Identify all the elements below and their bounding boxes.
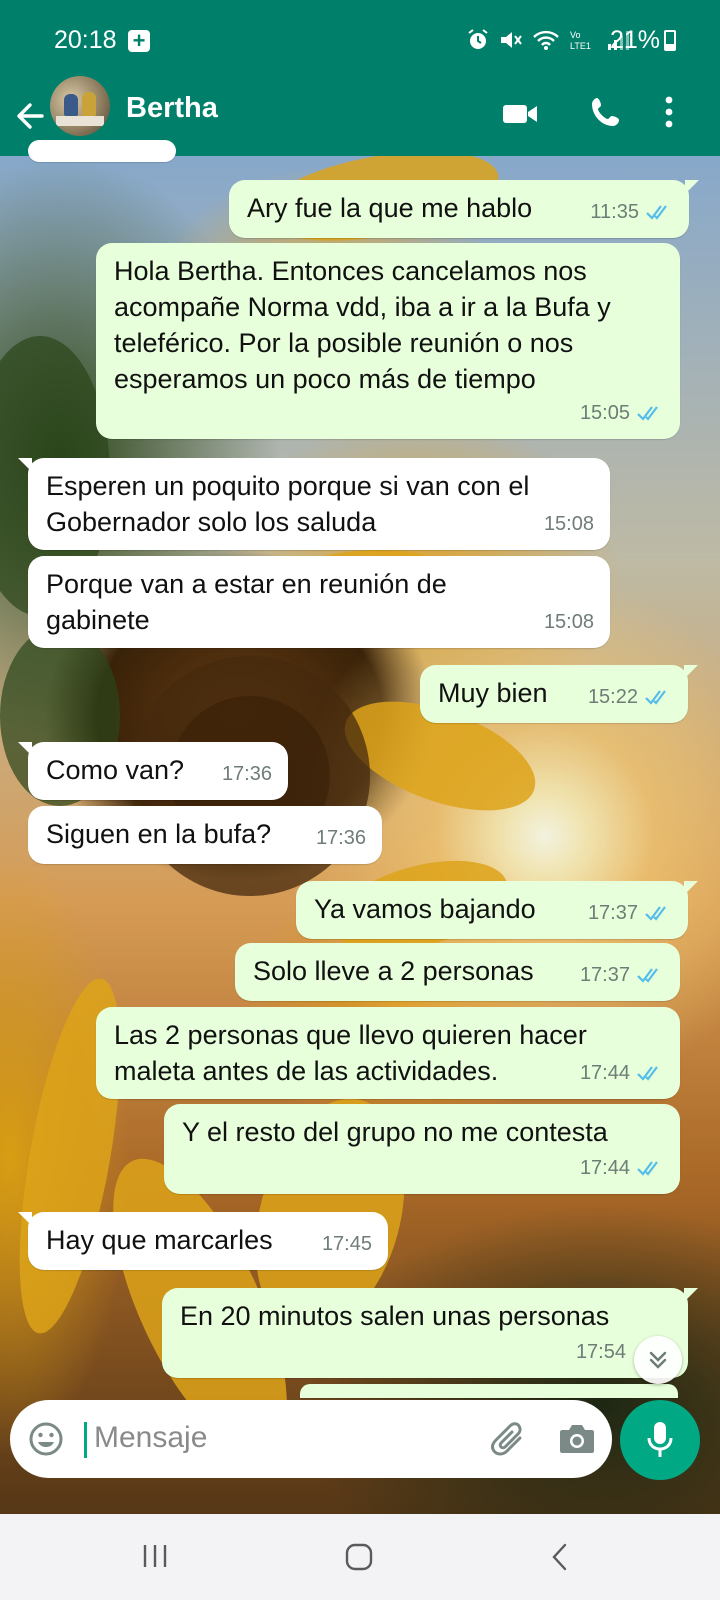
video-call-icon[interactable] [502, 100, 538, 128]
message-text: Hola Bertha. Entonces cancelamos nos aco… [114, 256, 611, 394]
message-text: Como van? [46, 755, 185, 785]
message-meta: 11:35 [590, 194, 673, 230]
volte-icon: Vo LTE1 [570, 30, 591, 51]
status-icons: Vo LTE1 [466, 28, 632, 52]
read-ticks-icon [645, 906, 666, 921]
system-nav-bar [0, 1514, 720, 1600]
message-text: Muy bien [438, 678, 548, 708]
read-ticks-icon [637, 1066, 658, 1081]
message-time: 17:54 [575, 1341, 626, 1363]
message-bubble[interactable]: Y el resto del grupo no me contesta 17:4… [164, 1104, 680, 1194]
message-text: Hay que marcarles [46, 1225, 273, 1255]
message-bubble[interactable]: Muy bien 15:22 [420, 665, 698, 723]
attach-icon[interactable] [490, 1420, 530, 1460]
message-time: 17:44 [579, 1157, 630, 1179]
message-time: 17:37 [579, 964, 630, 986]
message-text: En 20 minutos salen unas personas [180, 1301, 610, 1331]
message-time: 17:37 [587, 902, 638, 924]
message-time: 15:08 [543, 513, 594, 535]
status-time: 20:18 [54, 26, 117, 54]
text-caret [84, 1422, 87, 1458]
message-meta: 17:36 [222, 756, 272, 792]
emoji-icon[interactable] [28, 1421, 64, 1457]
message-bubble[interactable]: Las 2 personas que llevo quieren hacer m… [96, 1007, 680, 1099]
back-arrow-icon[interactable] [12, 92, 52, 140]
message-meta: 15:08 [544, 604, 594, 640]
message-bubble-partial [300, 1384, 678, 1398]
read-ticks-icon [645, 690, 666, 705]
message-bubble-partial [28, 140, 176, 162]
message-bubble[interactable]: Ary fue la que me hablo 11:35 [229, 180, 699, 238]
message-meta: 17:36 [316, 820, 366, 856]
battery-icon [664, 30, 676, 51]
message-meta: 17:45 [322, 1226, 372, 1262]
nav-back-icon[interactable] [550, 1542, 570, 1572]
battery-percent: 21% [610, 26, 661, 54]
message-meta: 17:37 [580, 957, 664, 993]
message-bubble[interactable]: Como van? 17:36 [18, 742, 288, 800]
camera-icon[interactable] [558, 1422, 596, 1456]
message-bubble[interactable]: En 20 minutos salen unas personas 17:54 [162, 1288, 698, 1378]
message-meta: 17:44 [580, 1150, 664, 1186]
svg-text:LTE1: LTE1 [570, 41, 591, 51]
message-text: Esperen un poquito porque si van con el … [46, 471, 530, 537]
message-meta: 15:08 [544, 506, 594, 542]
alarm-icon [468, 29, 488, 49]
phone-icon[interactable] [590, 96, 622, 130]
wifi-icon [533, 30, 559, 50]
message-composer: Mensaje [10, 1400, 612, 1478]
message-time: 15:08 [543, 611, 594, 633]
message-time: 15:22 [587, 686, 638, 708]
message-bubble[interactable]: Ya vamos bajando 17:37 [296, 881, 698, 939]
message-time: 17:36 [221, 763, 272, 785]
message-time: 17:44 [579, 1062, 630, 1084]
message-meta: 15:05 [580, 395, 664, 431]
message-bubble[interactable]: Siguen en la bufa? 17:36 [28, 806, 382, 864]
message-text: Las 2 personas que llevo quieren hacer m… [114, 1020, 587, 1086]
message-text: Solo lleve a 2 personas [253, 956, 534, 986]
avatar[interactable] [50, 76, 110, 136]
read-ticks-icon [637, 968, 658, 983]
message-text: Y el resto del grupo no me contesta [182, 1117, 608, 1147]
message-text: Ary fue la que me hablo [247, 193, 533, 223]
read-ticks-icon [637, 406, 658, 421]
message-bubble[interactable]: Hay que marcarles 17:45 [18, 1212, 388, 1270]
mic-button[interactable] [620, 1400, 700, 1480]
message-time: 17:36 [315, 827, 366, 849]
home-icon[interactable] [344, 1542, 374, 1572]
mute-icon [501, 32, 522, 48]
message-meta: 17:44 [580, 1055, 664, 1091]
status-bar: 20:18 + Vo LTE1 21% [0, 0, 720, 78]
read-ticks-icon [637, 1161, 658, 1176]
recent-apps-icon[interactable] [142, 1542, 168, 1570]
message-meta: 15:22 [588, 679, 672, 715]
svg-text:Vo: Vo [570, 30, 581, 40]
message-bubble[interactable]: Esperen un poquito porque si van con el … [18, 458, 610, 550]
message-bubble[interactable]: Solo lleve a 2 personas 17:37 [235, 943, 680, 1001]
message-time: 11:35 [590, 201, 639, 223]
mic-icon [647, 1422, 673, 1457]
read-ticks-icon [646, 205, 667, 220]
contact-name[interactable]: Bertha [126, 92, 218, 125]
scroll-to-bottom-button[interactable] [634, 1336, 682, 1384]
message-text: Ya vamos bajando [314, 894, 536, 924]
double-chevron-down-icon [649, 1351, 667, 1369]
message-input[interactable]: Mensaje [94, 1421, 207, 1455]
message-text: Porque van a estar en reunión de gabinet… [46, 569, 447, 635]
message-meta: 17:37 [588, 895, 672, 931]
message-bubble[interactable]: Porque van a estar en reunión de gabinet… [28, 556, 610, 648]
message-meta: 17:54 [576, 1334, 626, 1370]
message-bubble[interactable]: Hola Bertha. Entonces cancelamos nos aco… [96, 243, 680, 439]
message-time: 17:45 [321, 1233, 372, 1255]
more-options-icon[interactable] [664, 92, 674, 132]
message-time: 15:05 [579, 402, 630, 424]
plus-notification-icon: + [128, 30, 150, 52]
message-text: Siguen en la bufa? [46, 819, 272, 849]
